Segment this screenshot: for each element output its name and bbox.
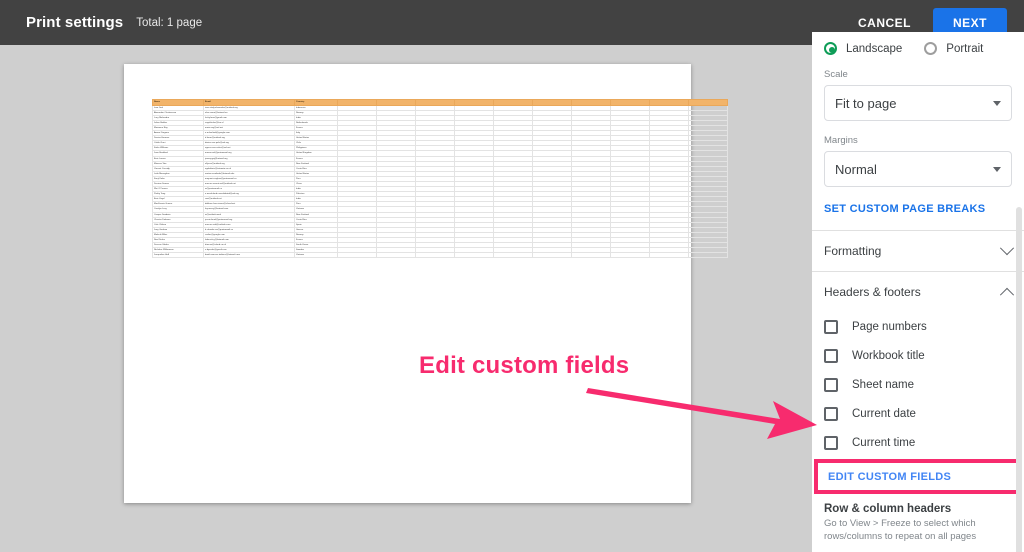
checkbox-label: Sheet name [852, 378, 915, 391]
table-cell: Vietnam [294, 252, 338, 259]
table-cell-blank [571, 252, 611, 259]
panel-scrollbar-track[interactable] [1016, 207, 1023, 552]
table-cell: Jacqueline Hoff [152, 252, 204, 259]
set-custom-page-breaks-button[interactable]: SET CUSTOM PAGE BREAKS [812, 187, 1024, 230]
chevron-up-icon [999, 287, 1015, 302]
checkbox-label: Workbook title [852, 349, 925, 362]
panel-scrollbar-thumb[interactable] [1016, 207, 1022, 552]
table-cell-blank [688, 252, 728, 259]
checkbox-label: Current time [852, 436, 916, 449]
scale-field: Scale Fit to page [812, 69, 1024, 121]
margins-value: Normal [835, 161, 877, 177]
checkbox-icon [824, 319, 838, 334]
radio-selected-icon [824, 42, 837, 55]
table-cell-blank [415, 252, 455, 259]
orientation-options: Landscape Portrait [812, 32, 1024, 69]
page-title: Print settings [26, 14, 124, 31]
checkbox-page-numbers[interactable]: Page numbers [812, 312, 1024, 341]
table-cell-blank [493, 252, 533, 259]
checkbox-icon [824, 348, 838, 363]
radio-landscape[interactable]: Landscape [824, 42, 902, 55]
spreadsheet-preview-table: Name Email Country Ivan Graf ivan.vitaly.al… [152, 99, 728, 259]
margins-label: Margins [824, 135, 858, 146]
edit-custom-fields-button[interactable]: EDIT CUSTOM FIELDS [818, 471, 951, 483]
table-cell-blank [454, 252, 494, 259]
radio-landscape-label: Landscape [846, 42, 903, 55]
checkbox-current-time[interactable]: Current time [812, 428, 1024, 457]
row-column-headers-title: Row & column headers [824, 503, 952, 515]
edit-custom-fields-highlight: EDIT CUSTOM FIELDS [814, 459, 1020, 494]
table-cell-blank [610, 252, 650, 259]
table-cell: booth.marcus.tedious@hotmail.com [203, 252, 295, 259]
radio-unselected-icon [924, 42, 938, 55]
table-body: Ivan Graf ivan.vitaly.alexander@outlook.o… [152, 104, 728, 259]
headers-footers-checkbox-group: Page numbers Workbook title Sheet name Curr… [812, 312, 1024, 457]
margins-select[interactable]: Normal [824, 151, 1012, 187]
print-settings-panel: Landscape Portrait Scale Fit to page Mar… [812, 32, 1024, 552]
chevron-down-icon [999, 241, 1015, 256]
table-cell-blank [337, 252, 377, 259]
scale-label: Scale [824, 69, 848, 80]
checkbox-label: Page numbers [852, 320, 927, 333]
section-formatting[interactable]: Formatting [812, 231, 1024, 271]
radio-portrait-label: Portrait [946, 42, 984, 55]
print-preview-area: Name Email Country Ivan Graf ivan.vitaly.al… [0, 45, 812, 552]
checkbox-sheet-name[interactable]: Sheet name [812, 370, 1024, 399]
checkbox-icon [824, 406, 838, 421]
checkbox-current-date[interactable]: Current date [812, 399, 1024, 428]
table-cell-blank [649, 252, 689, 259]
table-cell-blank [532, 252, 572, 259]
annotation-label: Edit custom fields [419, 352, 630, 379]
table-row: Jacqueline Hoff booth.marcus.tedious@hotm… [152, 252, 728, 259]
row-column-headers-help: Go to View > Freeze to select which rows… [824, 518, 977, 542]
checkbox-workbook-title[interactable]: Workbook title [812, 341, 1024, 370]
radio-portrait[interactable]: Portrait [924, 42, 983, 55]
section-headers-footers[interactable]: Headers & footers [812, 272, 1024, 312]
section-formatting-label: Formatting [824, 244, 882, 258]
margins-field: Margins Normal [812, 135, 1024, 187]
scale-value: Fit to page [835, 95, 897, 111]
section-headers-footers-label: Headers & footers [824, 285, 921, 299]
table-cell-blank [376, 252, 416, 259]
scale-select[interactable]: Fit to page [824, 85, 1012, 121]
checkbox-label: Current date [852, 407, 916, 420]
checkbox-icon [824, 435, 838, 450]
checkbox-icon [824, 377, 838, 392]
page-total-label: Total: 1 page [136, 16, 203, 29]
chevron-down-icon [993, 100, 1001, 106]
chevron-down-icon [993, 166, 1001, 172]
preview-page: Name Email Country Ivan Graf ivan.vitaly.al… [124, 64, 728, 503]
